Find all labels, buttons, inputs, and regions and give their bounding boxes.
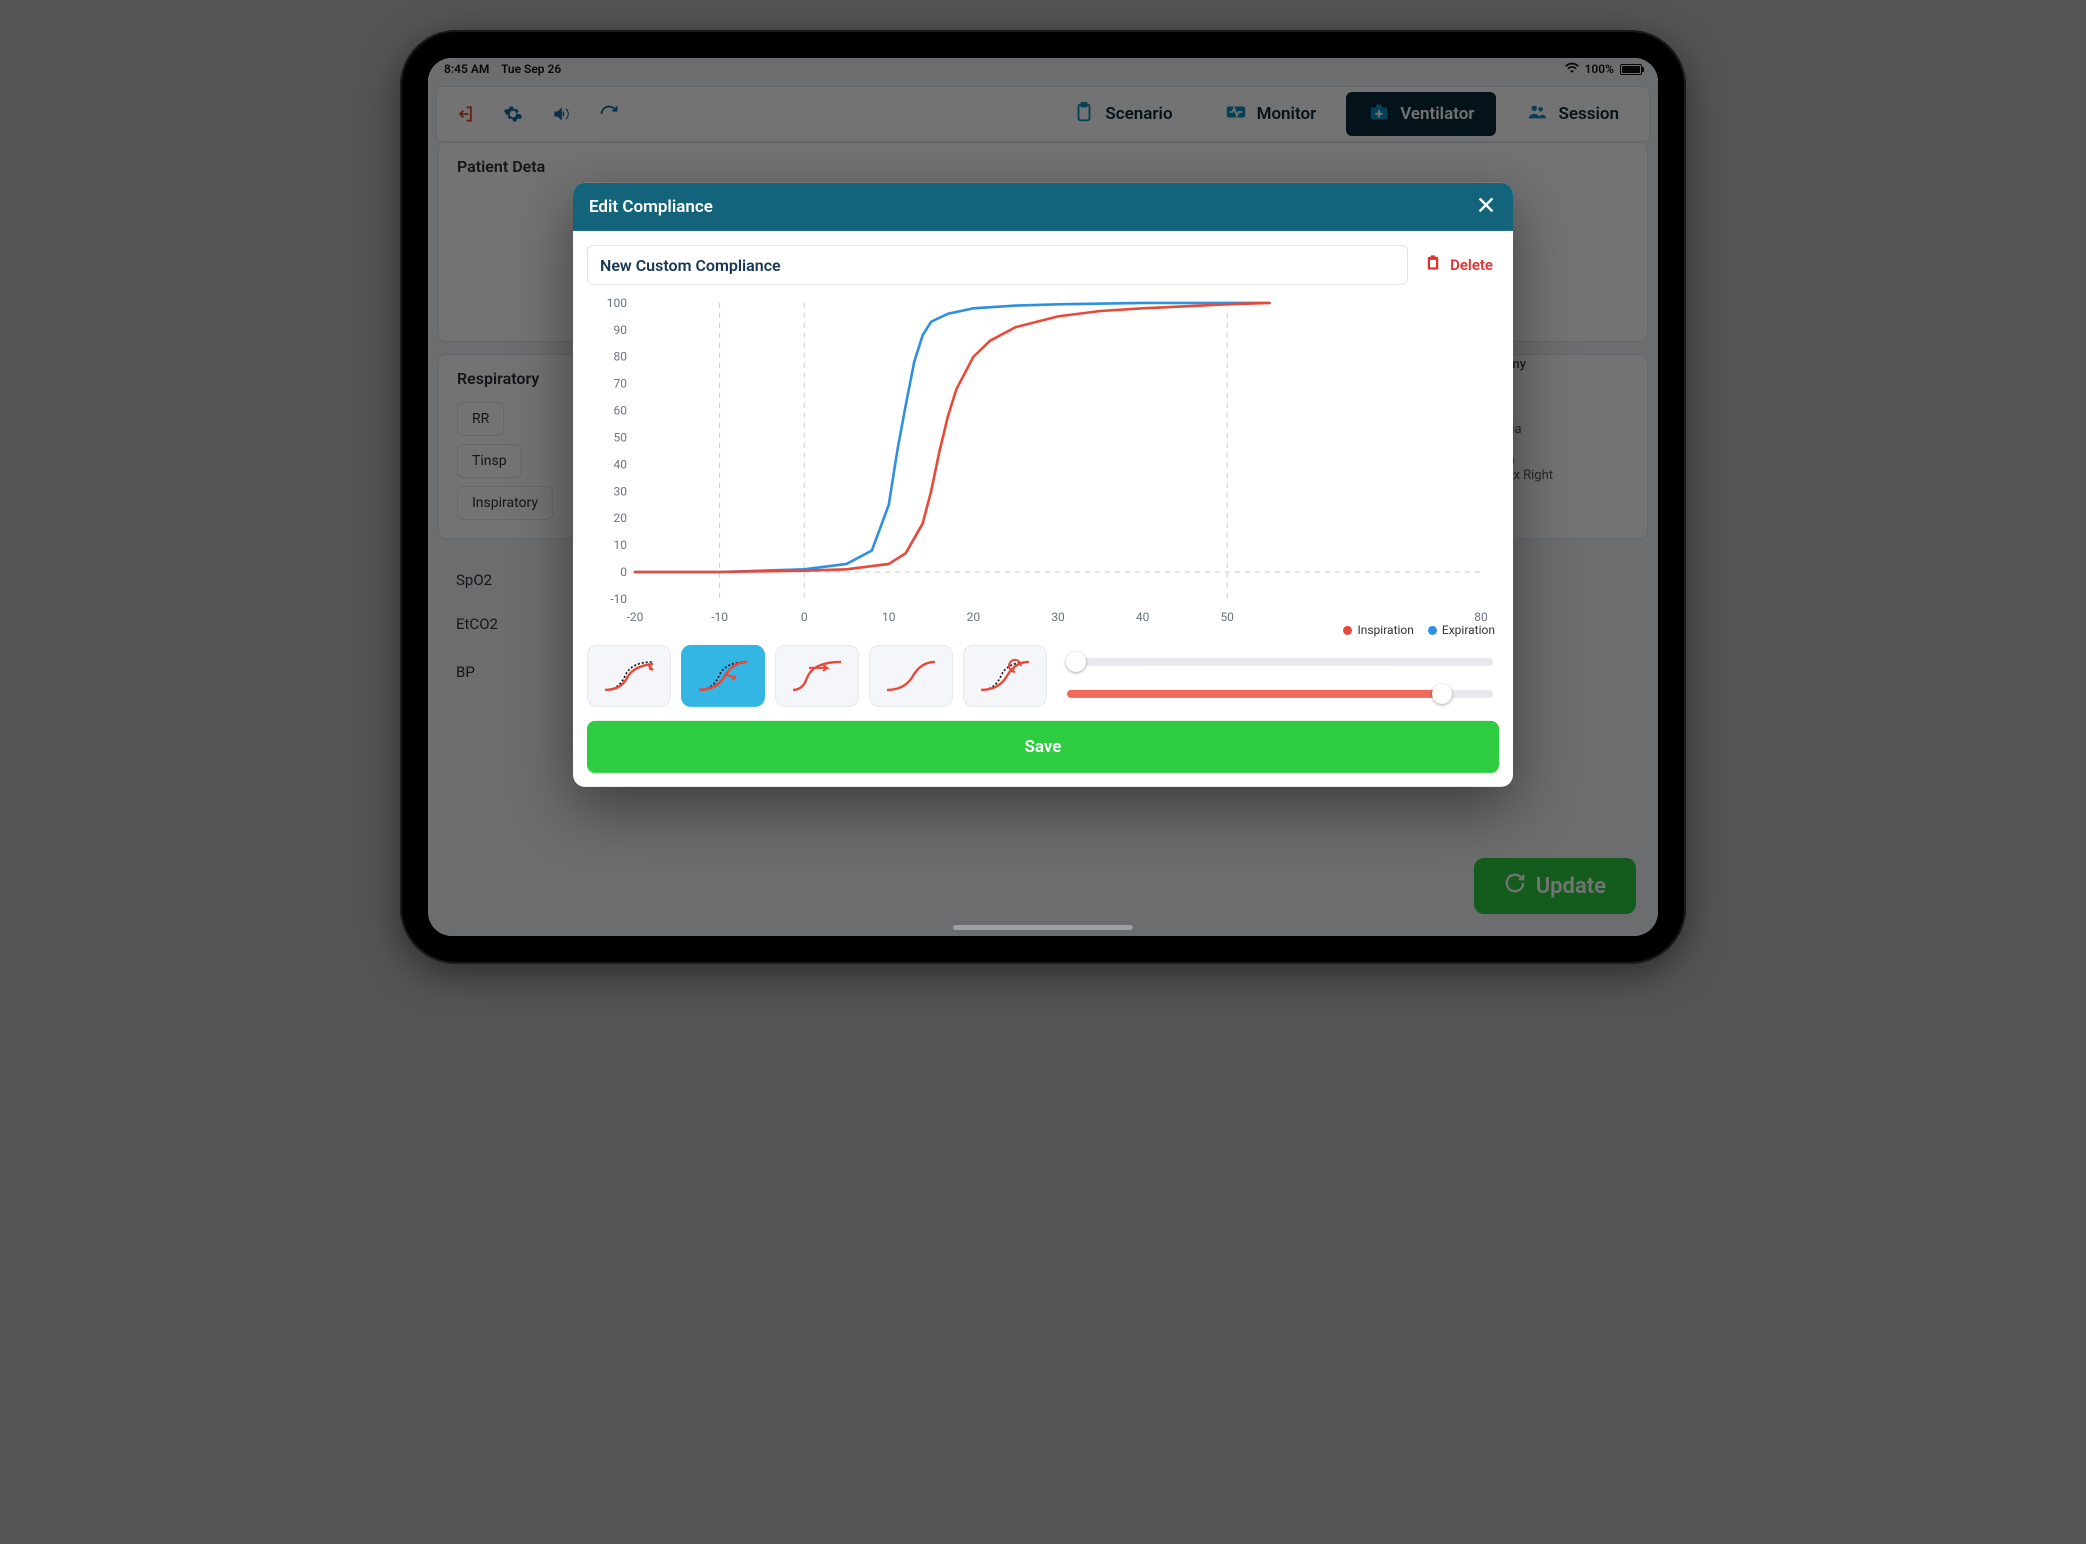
shape-option-2[interactable] xyxy=(681,645,765,707)
close-icon[interactable] xyxy=(1475,193,1497,220)
shape-option-4[interactable] xyxy=(869,645,953,707)
svg-text:80: 80 xyxy=(1474,610,1488,624)
svg-text:90: 90 xyxy=(614,323,628,337)
chart-svg: -100102030405060708090100-20-10010203040… xyxy=(587,295,1499,635)
shape-option-3[interactable] xyxy=(775,645,859,707)
chart-legend: Inspiration Expiration xyxy=(1343,623,1495,637)
save-button[interactable]: Save xyxy=(587,721,1499,773)
svg-text:70: 70 xyxy=(614,377,628,391)
compliance-name-input[interactable] xyxy=(587,245,1408,285)
svg-text:30: 30 xyxy=(614,484,628,498)
svg-text:50: 50 xyxy=(614,430,628,444)
svg-text:60: 60 xyxy=(614,404,628,418)
svg-text:40: 40 xyxy=(614,457,628,471)
svg-text:-10: -10 xyxy=(711,610,728,624)
modal-title: Edit Compliance xyxy=(589,197,713,217)
svg-text:40: 40 xyxy=(1136,610,1150,624)
svg-text:20: 20 xyxy=(967,610,981,624)
svg-text:20: 20 xyxy=(614,511,628,525)
legend-inspiration: Inspiration xyxy=(1357,623,1413,637)
svg-text:100: 100 xyxy=(607,296,627,310)
slider-top[interactable] xyxy=(1067,656,1493,668)
svg-text:-20: -20 xyxy=(627,610,644,624)
legend-expiration: Expiration xyxy=(1442,623,1495,637)
modal-body: Delete -100102030405060708090100-20-1001… xyxy=(573,231,1513,787)
trash-icon xyxy=(1424,254,1442,276)
sliders xyxy=(1057,652,1499,700)
compliance-chart: -100102030405060708090100-20-10010203040… xyxy=(587,295,1499,635)
svg-text:0: 0 xyxy=(620,565,627,579)
save-label: Save xyxy=(1025,737,1062,757)
slider-bottom[interactable] xyxy=(1067,688,1493,700)
edit-compliance-modal: Edit Compliance Delete -10 0 10 20 30 xyxy=(573,183,1513,787)
svg-text:80: 80 xyxy=(614,350,628,364)
shape-option-1[interactable] xyxy=(587,645,671,707)
svg-text:0: 0 xyxy=(801,610,808,624)
shape-option-5[interactable] xyxy=(963,645,1047,707)
svg-text:10: 10 xyxy=(882,610,896,624)
shape-controls xyxy=(587,645,1499,707)
svg-text:30: 30 xyxy=(1051,610,1065,624)
svg-text:50: 50 xyxy=(1220,610,1234,624)
modal-header: Edit Compliance xyxy=(573,183,1513,231)
delete-label: Delete xyxy=(1450,256,1493,274)
svg-text:-10: -10 xyxy=(610,592,627,606)
screen: 8:45 AM Tue Sep 26 100% xyxy=(428,58,1658,936)
svg-text:10: 10 xyxy=(614,538,628,552)
home-indicator xyxy=(953,925,1133,930)
delete-button[interactable]: Delete xyxy=(1418,248,1499,282)
ipad-frame: 8:45 AM Tue Sep 26 100% xyxy=(400,30,1686,964)
ipad-inner: 8:45 AM Tue Sep 26 100% xyxy=(418,48,1668,946)
